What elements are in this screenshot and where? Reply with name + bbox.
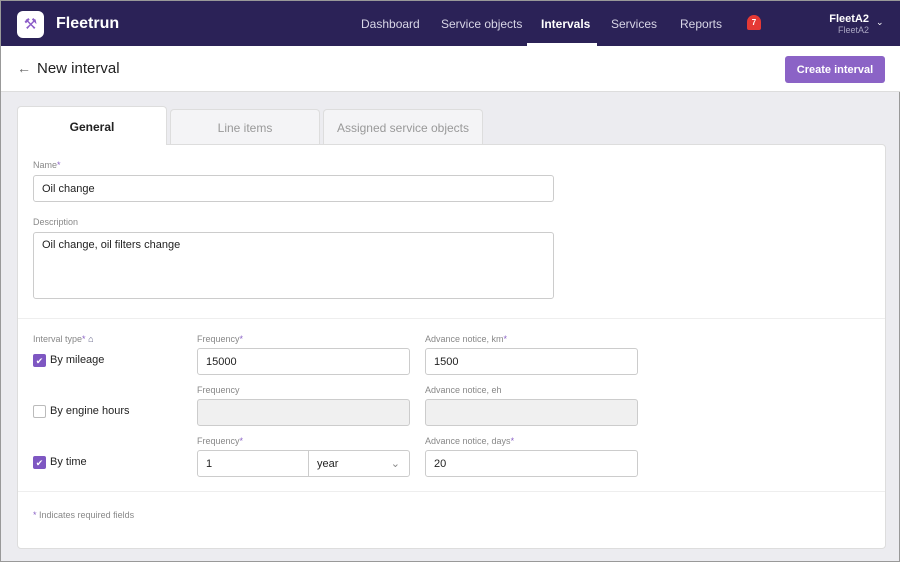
nav-dashboard[interactable]: Dashboard <box>361 17 420 31</box>
engine-frequency-input[interactable] <box>197 399 410 426</box>
bell-icon[interactable]: 7 <box>747 15 761 30</box>
divider <box>18 318 885 319</box>
nav-reports[interactable]: Reports <box>680 17 722 31</box>
page-header: ← New interval <box>1 46 900 92</box>
advance-eh-label: Advance notice, eh <box>425 385 502 395</box>
engine-frequency-label: Frequency <box>197 385 240 395</box>
user-menu[interactable]: FleetA2 FleetA2 <box>829 13 869 35</box>
mileage-frequency-label: Frequency* <box>197 334 244 344</box>
by-mileage-checkbox[interactable]: ✔ <box>33 354 46 367</box>
by-time-label: By time <box>50 456 87 468</box>
time-frequency-label: Frequency* <box>197 436 244 446</box>
nav-service-objects[interactable]: Service objects <box>441 17 522 31</box>
nav-intervals[interactable]: Intervals <box>541 17 590 31</box>
top-nav: ⚒ Fleetrun Dashboard Service objects Int… <box>1 1 900 46</box>
divider <box>18 491 885 492</box>
page-title: New interval <box>37 60 120 77</box>
time-unit-select[interactable]: year ⌄ <box>308 450 410 477</box>
back-arrow-icon[interactable]: ← <box>17 60 31 76</box>
advance-km-input[interactable]: 1500 <box>425 348 638 375</box>
mileage-frequency-input[interactable]: 15000 <box>197 348 410 375</box>
by-mileage-label: By mileage <box>50 354 105 366</box>
brand-name: Fleetrun <box>56 15 120 32</box>
by-engine-hours-label: By engine hours <box>50 405 130 417</box>
chevron-down-icon: ⌄ <box>390 458 400 470</box>
create-interval-button[interactable]: Create interval <box>785 56 885 83</box>
nav-services[interactable]: Services <box>611 17 657 31</box>
interval-type-label: Interval type* ⌂ <box>33 334 94 344</box>
description-textarea[interactable]: Oil change, oil filters change <box>33 232 554 299</box>
by-time-checkbox[interactable]: ✔ <box>33 456 46 469</box>
chevron-down-icon[interactable]: ⌄ <box>876 17 884 28</box>
required-note: * Indicates required fields <box>33 510 135 520</box>
mechanic-logo-icon[interactable]: ⚒ <box>17 11 44 38</box>
tab-line-items[interactable]: Line items <box>170 109 320 144</box>
time-unit-value: year <box>317 458 339 470</box>
tab-general[interactable]: General <box>17 106 167 145</box>
advance-km-label: Advance notice, km* <box>425 334 508 344</box>
name-label: Name* <box>33 160 61 170</box>
time-frequency-input[interactable]: 1 <box>197 450 309 477</box>
name-input[interactable]: Oil change <box>33 175 554 202</box>
description-label: Description <box>33 217 79 227</box>
info-icon: ⌂ <box>88 334 94 344</box>
user-account: FleetA2 <box>837 25 869 35</box>
advance-eh-input[interactable] <box>425 399 638 426</box>
by-engine-hours-checkbox[interactable] <box>33 405 46 418</box>
advance-days-label: Advance notice, days* <box>425 436 515 446</box>
user-name: FleetA2 <box>829 13 869 25</box>
general-panel: Name* Oil change Description Oil change,… <box>17 144 886 549</box>
tab-assigned-service-objects[interactable]: Assigned service objects <box>323 109 483 144</box>
advance-days-input[interactable]: 20 <box>425 450 638 477</box>
